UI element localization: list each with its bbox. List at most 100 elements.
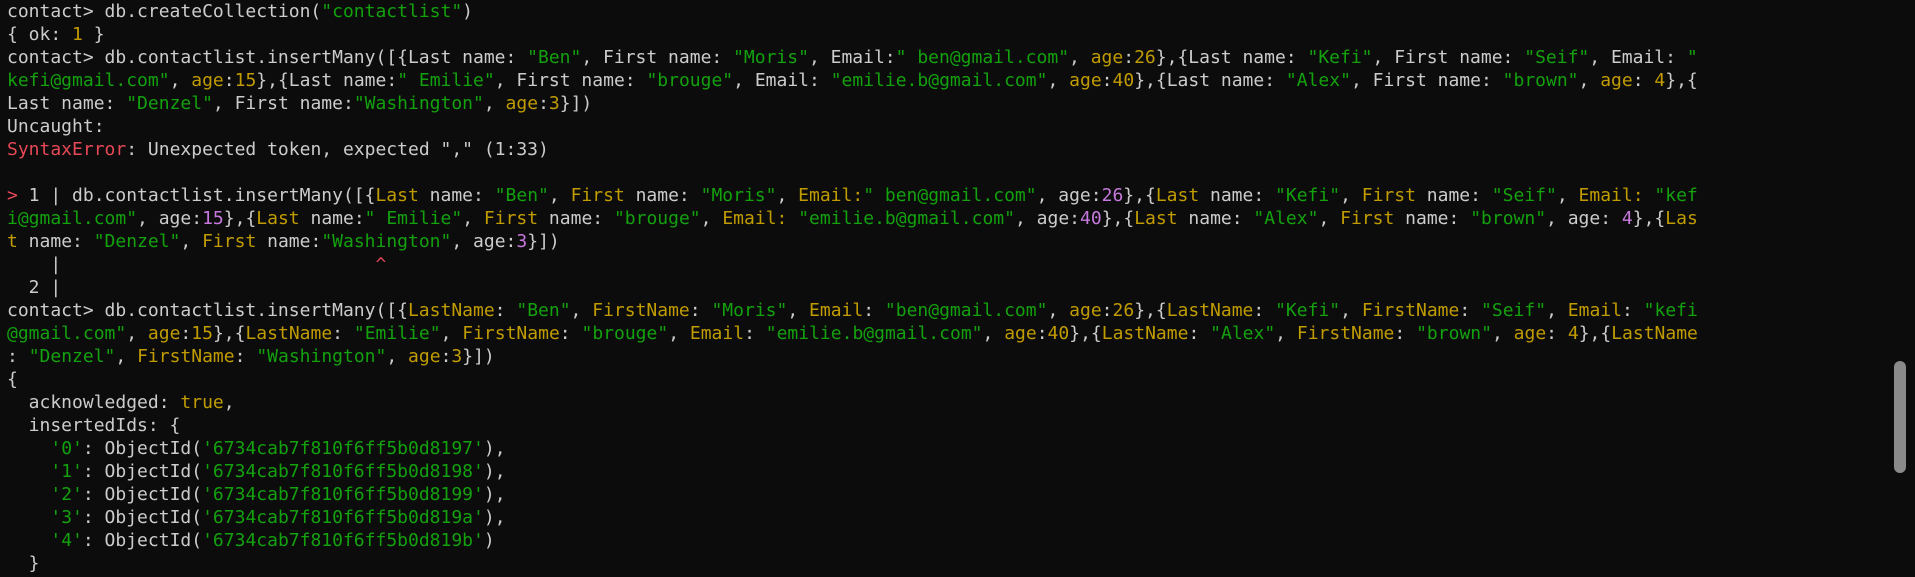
terminal-text: First [1340,208,1395,229]
terminal-text: , Email: [733,70,831,91]
terminal-text: Last [256,208,300,229]
terminal-text: , [169,70,192,91]
terminal-line: '2': ObjectId('6734cab7f810f6ff5b0d8199'… [7,483,1887,506]
terminal-text: },{ [1665,70,1698,91]
terminal-window[interactable]: contact> db.createCollection("contactlis… [0,0,1915,577]
terminal-text: "brown" [1470,208,1547,229]
terminal-text: kefi@gmail.com" [7,70,170,91]
terminal-text: , [1546,300,1568,321]
terminal-text: : ObjectId( [82,507,203,528]
terminal-text: " Emilie" [364,208,463,229]
terminal-text: Last [1155,185,1200,206]
terminal-text: age [147,323,181,344]
terminal-text: ), [483,438,506,459]
terminal-text: name: [299,208,365,229]
terminal-text: "emilie.b@gmail.com" [798,208,1015,229]
terminal-text: : [180,323,192,344]
terminal-text: '4' [50,530,83,551]
terminal-text: , [1340,300,1362,321]
terminal-text: " ben@gmail.com" [895,47,1070,68]
terminal-line: @gmail.com", age:15},{LastName: "Emilie"… [7,322,1887,345]
terminal-text: SyntaxError [7,139,127,160]
terminal-text: "brouge" [646,70,734,91]
terminal-text: LastName [1611,323,1698,344]
terminal-line: | ^ [7,253,1887,276]
terminal-text: '0' [50,438,83,459]
terminal-text: First [483,208,539,229]
terminal-text: ), [483,507,506,528]
terminal-text: : [559,323,582,344]
terminal-text: contact> db.contactlist.insertMany([{ [7,300,408,321]
terminal-line: : "Denzel", FirstName: "Washington", age… [7,345,1887,368]
terminal-text: FirstName [137,346,235,367]
terminal-text: Email: [722,208,788,229]
terminal-text: "brown" [1502,70,1579,91]
terminal-text: LastName [1101,323,1189,344]
terminal-text: "Seif" [1491,185,1557,206]
terminal-text: : [1394,323,1417,344]
terminal-text: : [1101,70,1113,91]
terminal-text: age [1004,323,1037,344]
terminal-text: '6734cab7f810f6ff5b0d819a' [202,507,484,528]
terminal-text: FirstName [1361,300,1460,321]
terminal-text: "Kefi" [1307,47,1373,68]
terminal-text: 40 [1112,70,1135,91]
terminal-text: '3' [50,507,83,528]
terminal-text: : [689,300,712,321]
terminal-text: "Washington" [256,346,387,367]
terminal-text: : [1101,300,1113,321]
terminal-text: , [982,323,1005,344]
terminal-line: '0': ObjectId('6734cab7f810f6ff5b0d8197'… [7,437,1887,460]
terminal-text: '6734cab7f810f6ff5b0d819b' [202,530,484,551]
scrollbar-track[interactable] [1887,0,1915,577]
terminal-text: contact> db.createCollection( [7,1,322,22]
terminal-text: acknowledged: [7,392,181,413]
terminal-text: , [180,231,203,252]
terminal-text: 15 [234,70,257,91]
terminal-line: '4': ObjectId('6734cab7f810f6ff5b0d819b'… [7,529,1887,552]
terminal-text: , [483,93,506,114]
terminal-text: , [1556,185,1579,206]
terminal-text: },{ [1101,208,1135,229]
terminal-text: "Ben" [527,47,582,68]
terminal-text: "Denzel" [28,346,116,367]
terminal-text: 26 [1101,185,1124,206]
terminal-text: : Unexpected token, expected "," (1:33) [126,139,549,160]
terminal-text: , [462,208,484,229]
terminal-text: }]) [527,231,560,252]
terminal-text: "Denzel" [126,93,213,114]
terminal-text: : [1546,323,1568,344]
terminal-text: , [1491,323,1514,344]
terminal-text: "Alex" [1210,323,1276,344]
terminal-text: " [1686,47,1698,68]
scrollbar-thumb[interactable] [1894,361,1906,473]
terminal-text: LastName [245,323,333,344]
terminal-text: , [440,323,463,344]
terminal-text: , [1340,185,1362,206]
terminal-text: , [1318,208,1341,229]
terminal-text: '6734cab7f810f6ff5b0d8198' [202,461,484,482]
terminal-line: > 1 | db.contactlist.insertMany([{Last n… [7,184,1887,207]
terminal-text: { ok: [7,24,73,45]
terminal-text: LastName [407,300,495,321]
terminal-text: '2' [50,484,83,505]
terminal-text: "Moris" [700,185,777,206]
terminal-text: , [668,323,690,344]
terminal-text: , [1047,300,1070,321]
terminal-text: name: [538,208,614,229]
terminal-text: 2 | [7,277,62,298]
terminal-text: 40 [1080,208,1102,229]
terminal-text: : [1253,300,1276,321]
terminal-text: : [1123,47,1135,68]
terminal-text: 15 [191,323,213,344]
terminal-text: : [538,93,549,114]
terminal-output[interactable]: contact> db.createCollection("contactlis… [7,0,1887,577]
terminal-text: 3 [451,346,463,367]
terminal-text: : [223,70,235,91]
terminal-text: "brouge" [581,323,669,344]
terminal-text: name: [256,231,322,252]
terminal-text: },{Last name: [1155,47,1308,68]
